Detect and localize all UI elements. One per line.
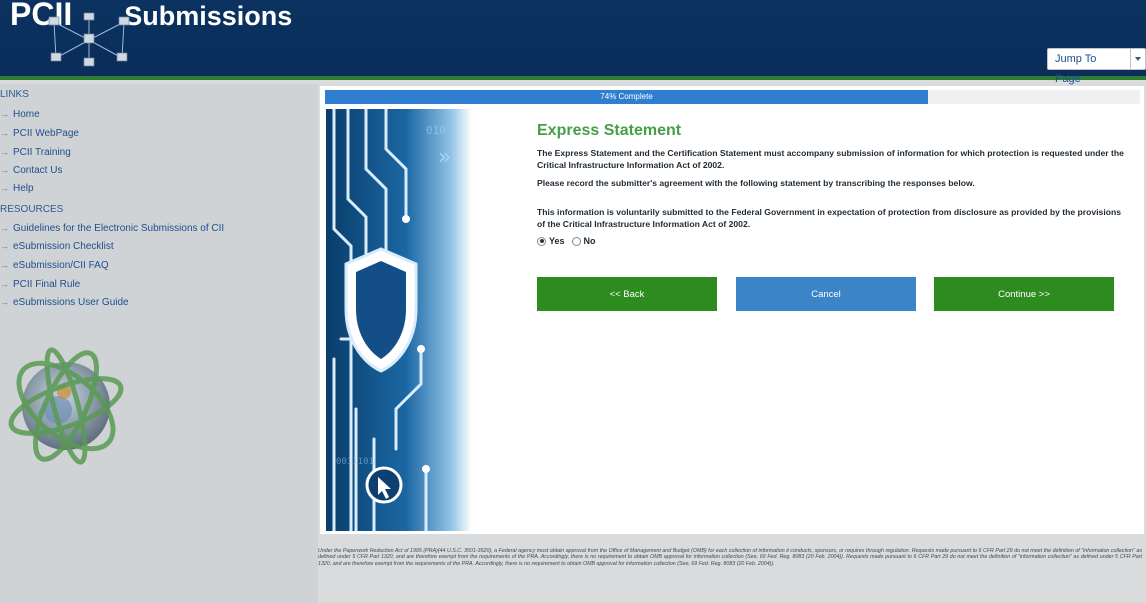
sidebar-link-help[interactable]: → Help [0,183,34,194]
arrow-icon: → [0,147,9,157]
sidebar-link-pcii-webpage[interactable]: → PCII WebPage [0,128,79,139]
cancel-button[interactable]: Cancel [736,277,916,311]
progress-bar: 74% Complete [325,90,929,104]
sidebar-link-label: eSubmissions User Guide [13,297,129,308]
radio-no-label: No [583,236,596,246]
back-button[interactable]: << Back [537,277,717,311]
sidebar-link-user-guide[interactable]: → eSubmissions User Guide [0,297,129,308]
logo-text-submissions: Submissions [124,1,293,31]
sidebar-link-label: PCII Final Rule [13,279,81,290]
globe-icon [8,347,124,465]
radio-no[interactable]: No [571,236,596,246]
radio-yes[interactable]: Yes [537,236,565,246]
agreement-radio-group: Yes No [537,236,1129,246]
arrow-icon: → [0,279,9,289]
continue-button[interactable]: Continue >> [934,277,1114,311]
sidebar-link-label: Home [13,109,40,120]
radio-yes-label: Yes [549,236,565,246]
sidebar-link-guidelines[interactable]: → Guidelines for the Electronic Submissio… [0,223,224,234]
pra-disclaimer: Under the Paperwork Reduction Act of 199… [318,548,1142,567]
cyber-security-illustration: » 010 0011101 [326,109,472,531]
sidebar-link-final-rule[interactable]: → PCII Final Rule [0,279,80,290]
arrow-icon: → [0,260,9,270]
site-header: PCII Submissions Jump To Page [0,0,1146,85]
svg-text:010: 010 [426,124,446,137]
statement-text: This information is voluntarily submitte… [537,207,1121,229]
arrow-icon: → [0,183,9,193]
arrow-icon: → [0,128,9,138]
sidebar-link-label: PCII Training [13,147,71,158]
arrow-icon: → [0,109,9,119]
arrow-icon: → [0,165,9,175]
sidebar-link-label: eSubmission/CII FAQ [13,260,109,271]
sidebar-link-contact-us[interactable]: → Contact Us [0,165,62,176]
main-panel: 74% Complete » 010 0011101 Express State… [320,86,1144,534]
sidebar-link-label: Help [13,183,34,194]
sidebar-link-home[interactable]: → Home [0,109,40,120]
svg-text:0011101: 0011101 [336,457,374,467]
chevron-down-icon[interactable] [1130,48,1146,70]
form-content: Express Statement The Express Statement … [537,122,1129,246]
resources-heading: RESOURCES [0,204,64,215]
sidebar-link-label: eSubmission Checklist [13,241,114,252]
arrow-icon: → [0,297,9,307]
sidebar-link-pcii-training[interactable]: → PCII Training [0,147,71,158]
intro-text: The Express Statement and the Certificat… [537,148,1124,170]
sidebar-link-checklist[interactable]: → eSubmission Checklist [0,241,114,252]
radio-yes-button[interactable] [537,236,546,246]
sidebar-link-label: Contact Us [13,165,63,176]
arrow-icon: → [0,223,9,233]
page-title: Express Statement [537,122,682,139]
svg-text:»: » [438,145,451,170]
sidebar-link-faq[interactable]: → eSubmission/CII FAQ [0,260,109,271]
sidebar: LINKS → Home → PCII WebPage → PCII Training… [0,84,318,603]
sidebar-link-label: Guidelines for the Electronic Submission… [13,223,225,234]
jump-to-page-button[interactable]: Jump To Page [1047,48,1131,85]
network-logo-icon [48,12,130,67]
progress-track: 74% Complete [325,90,1140,104]
jump-to-page-dropdown[interactable]: Jump To Page [1047,48,1146,85]
links-heading: LINKS [0,89,29,100]
arrow-icon: → [0,241,9,251]
radio-no-button[interactable] [571,236,581,246]
sidebar-link-label: PCII WebPage [13,128,79,139]
instruction-text: Please record the submitter's agreement … [537,178,975,188]
